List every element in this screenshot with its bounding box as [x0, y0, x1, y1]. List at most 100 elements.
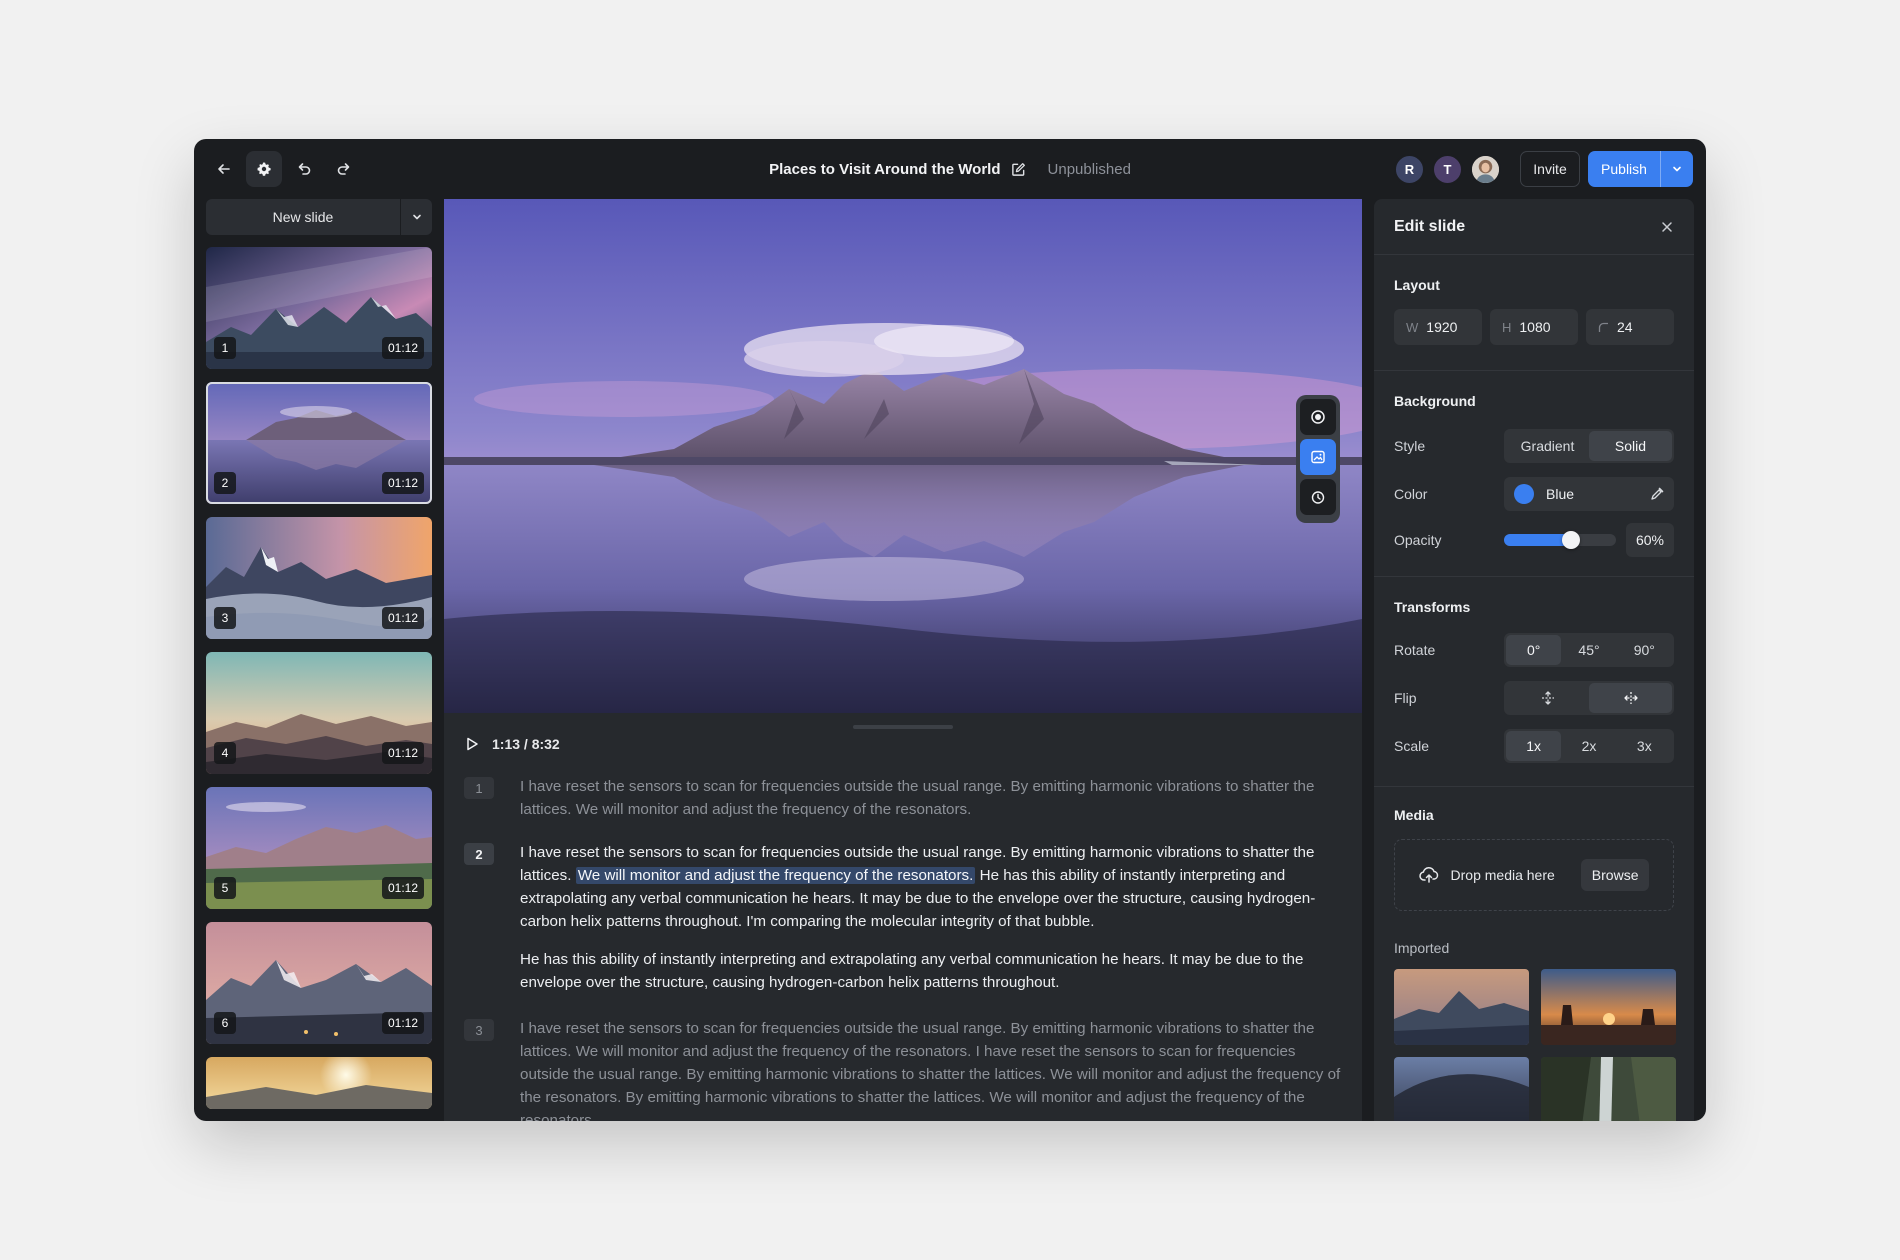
slide-thumbnail-1[interactable]: 1 01:12 — [206, 247, 432, 369]
rotate-row: Rotate 0° 45° 90° — [1394, 633, 1674, 667]
segment-number: 1 — [464, 777, 494, 799]
slide-thumbnail-6[interactable]: 6 01:12 — [206, 922, 432, 1044]
eyedropper-icon[interactable] — [1650, 487, 1664, 501]
back-button[interactable] — [206, 151, 242, 187]
media-image — [1541, 1057, 1676, 1121]
playback-time: 1:13 / 8:32 — [492, 736, 560, 752]
segment-text: He has this ability of instantly interpr… — [520, 951, 1304, 991]
app-window: Places to Visit Around the World Unpubli… — [194, 139, 1706, 1121]
avatar-t[interactable]: T — [1432, 154, 1463, 185]
highlighted-text[interactable]: We will monitor and adjust the frequency… — [575, 867, 976, 884]
style-row: Style Gradient Solid — [1394, 429, 1674, 463]
avatar-r[interactable]: R — [1394, 154, 1425, 185]
imported-media-item[interactable] — [1541, 1057, 1676, 1121]
radius-value: 24 — [1617, 319, 1633, 335]
color-picker[interactable]: Blue — [1504, 477, 1674, 511]
imported-media-item[interactable] — [1394, 969, 1529, 1045]
play-icon[interactable] — [464, 736, 480, 752]
flip-row: Flip — [1394, 681, 1674, 715]
new-slide-options-button[interactable] — [400, 199, 432, 235]
browse-button[interactable]: Browse — [1580, 859, 1650, 891]
scale-option-3x[interactable]: 3x — [1617, 731, 1672, 761]
segment-number: 3 — [464, 1019, 494, 1041]
slide-number: 1 — [214, 337, 236, 359]
imported-media-item[interactable] — [1394, 1057, 1529, 1121]
transcript-segment-2[interactable]: 2 I have reset the sensors to scan for f… — [464, 841, 1344, 994]
style-option-gradient[interactable]: Gradient — [1506, 431, 1589, 461]
slide-duration: 01:12 — [381, 607, 424, 629]
layout-section: Layout W 1920 H 1080 24 — [1374, 255, 1694, 371]
invite-label: Invite — [1533, 161, 1567, 177]
slide-thumbnail-4[interactable]: 4 01:12 — [206, 652, 432, 774]
undo-button[interactable] — [286, 151, 322, 187]
new-slide-button[interactable]: New slide — [206, 199, 400, 235]
avatar-photo[interactable] — [1470, 154, 1501, 185]
timer-button[interactable] — [1300, 479, 1336, 515]
slide-duration: 01:12 — [381, 1012, 424, 1034]
slide-number: 4 — [214, 742, 236, 764]
color-name: Blue — [1546, 486, 1575, 502]
undo-icon — [298, 163, 311, 175]
opacity-slider-knob[interactable] — [1562, 531, 1581, 549]
corner-radius-icon — [1598, 322, 1608, 332]
settings-button[interactable] — [246, 151, 282, 187]
slide-thumbnail-5[interactable]: 5 01:12 — [206, 787, 432, 909]
corner-radius-field[interactable]: 24 — [1586, 309, 1674, 345]
slide-thumbnail-2[interactable]: 2 01:12 — [206, 382, 432, 504]
color-swatch — [1514, 484, 1534, 504]
image-button[interactable] — [1300, 439, 1336, 475]
publish-options-button[interactable] — [1660, 151, 1693, 187]
media-image — [1394, 969, 1529, 1045]
new-slide-button-group: New slide — [206, 199, 432, 235]
section-title: Transforms — [1394, 599, 1471, 615]
transforms-section: Transforms Rotate 0° 45° 90° Flip Scale … — [1374, 577, 1694, 787]
chevron-down-icon — [1673, 166, 1681, 172]
width-value: 1920 — [1426, 319, 1458, 335]
redo-button[interactable] — [326, 151, 362, 187]
flip-label: Flip — [1394, 690, 1417, 706]
resize-handle[interactable] — [853, 725, 953, 729]
edit-icon[interactable] — [1011, 162, 1026, 177]
rotate-option-0[interactable]: 0° — [1506, 635, 1562, 665]
slide-background-image — [444, 199, 1362, 713]
style-option-solid[interactable]: Solid — [1589, 431, 1672, 461]
rotate-option-45[interactable]: 45° — [1561, 635, 1616, 665]
slide-duration: 01:12 — [381, 742, 424, 764]
media-dropzone[interactable]: Drop media here Browse — [1394, 839, 1674, 911]
slide-number: 3 — [214, 607, 236, 629]
media-image — [1541, 969, 1676, 1045]
style-label: Style — [1394, 438, 1426, 454]
height-field[interactable]: H 1080 — [1490, 309, 1578, 345]
close-icon[interactable] — [1660, 220, 1674, 234]
flip-horizontal-icon — [1623, 692, 1638, 704]
transcript-segment-3[interactable]: 3 I have reset the sensors to scan for f… — [464, 1017, 1344, 1121]
width-prefix: W — [1406, 319, 1419, 335]
record-button[interactable] — [1300, 399, 1336, 435]
browse-label: Browse — [1591, 867, 1639, 883]
rotate-segmented-control: 0° 45° 90° — [1504, 633, 1674, 667]
scale-option-1x[interactable]: 1x — [1506, 731, 1562, 761]
transcript-segment-1[interactable]: 1 I have reset the sensors to scan for f… — [464, 775, 1344, 821]
avatar-initial: T — [1443, 162, 1452, 177]
segment-text: I have reset the sensors to scan for fre… — [520, 778, 1315, 818]
slide-canvas[interactable] — [444, 199, 1362, 713]
width-field[interactable]: W 1920 — [1394, 309, 1482, 345]
segment-text: I have reset the sensors to scan for fre… — [520, 841, 1344, 933]
slide-thumbnail-3[interactable]: 3 01:12 — [206, 517, 432, 639]
slide-thumbnail-7[interactable] — [206, 1057, 432, 1109]
publish-status: Unpublished — [1047, 160, 1131, 178]
invite-button[interactable]: Invite — [1520, 151, 1580, 187]
imported-media-item[interactable] — [1541, 969, 1676, 1045]
chevron-down-icon — [412, 214, 421, 220]
background-section: Background Style Gradient Solid Color Bl… — [1374, 371, 1694, 577]
flip-vertical-button[interactable] — [1506, 683, 1589, 713]
timer-icon — [1311, 491, 1325, 504]
publish-button[interactable]: Publish — [1588, 151, 1660, 187]
rotate-option-90[interactable]: 90° — [1617, 635, 1672, 665]
document-title[interactable]: Places to Visit Around the World — [769, 161, 1000, 178]
drop-media-label: Drop media here — [1450, 867, 1555, 883]
opacity-slider[interactable] — [1504, 531, 1616, 549]
opacity-value-field[interactable]: 60% — [1626, 523, 1674, 557]
scale-option-2x[interactable]: 2x — [1561, 731, 1616, 761]
flip-horizontal-button[interactable] — [1589, 683, 1672, 713]
